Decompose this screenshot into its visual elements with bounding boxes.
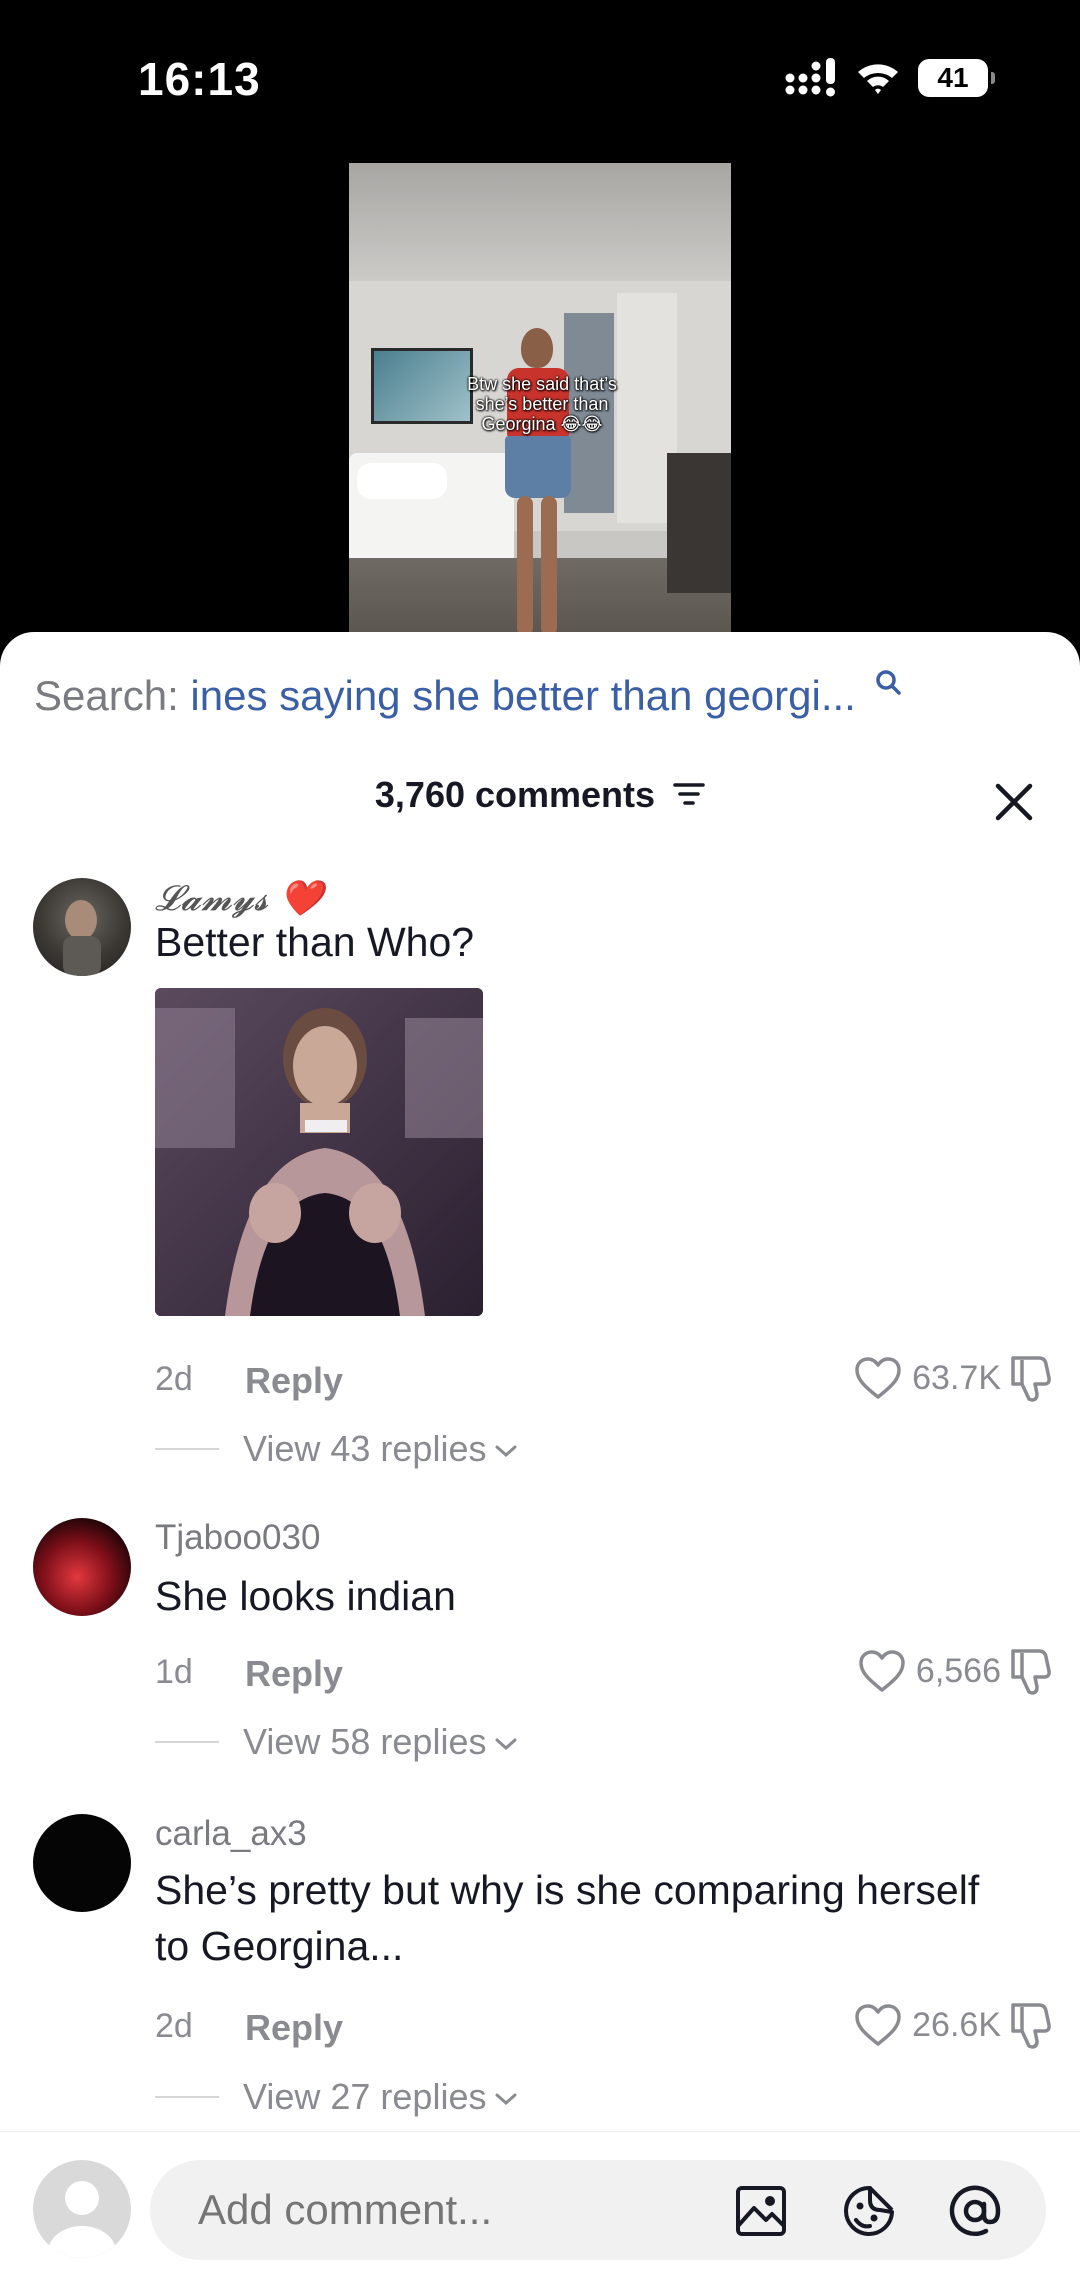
comment-username[interactable]: 𝓛𝓪𝓶𝔂𝓼 ❤️ [155,878,323,919]
search-icon[interactable] [874,668,902,696]
like-count: 63.7K [912,1358,1001,1397]
view-replies-button[interactable]: View 27 replies [155,2076,518,2118]
chevron-down-icon [495,1445,517,1458]
view-replies-label: View 43 replies [243,1428,487,1469]
status-bar: 16:13 41 [0,0,1080,150]
signal-icon [785,58,835,97]
like-button[interactable]: 6,566 [858,1649,1001,1693]
comments-header: 3,760 comments [0,774,1080,816]
avatar[interactable] [33,1814,131,1912]
status-icons: 41 [784,58,995,98]
view-replies-label: View 27 replies [243,2076,487,2117]
comment-composer [0,2131,1080,2292]
like-count: 26.6K [912,2005,1001,2044]
heart-icon [859,1650,905,1692]
video-desk [667,453,731,593]
reply-button[interactable]: Reply [245,1653,343,1695]
reply-button[interactable]: Reply [245,1360,343,1402]
battery-icon: 41 [918,59,995,97]
image-icon[interactable] [732,2182,790,2240]
chevron-down-icon [495,1738,517,1751]
wifi-icon [858,64,898,94]
like-button[interactable]: 63.7K [854,1356,1001,1400]
heart-icon [855,1357,901,1399]
comment-image[interactable] [155,988,483,1316]
filter-icon[interactable] [673,780,705,808]
comment-time: 2d [155,1360,193,1398]
video-player[interactable]: Btw she said that’s she’s better than Ge… [349,163,731,633]
like-button[interactable]: 26.6K [854,2003,1001,2047]
video-caption-line: she’s better than [475,394,609,414]
chevron-down-icon [495,2093,517,2106]
status-time: 16:13 [138,53,261,105]
search-prefix: Search: [34,672,179,719]
comment-count: 3,760 comments [374,774,656,815]
video-caption: Btw she said that’s she’s better than Ge… [437,374,647,434]
heart-icon [855,2004,901,2046]
comment-time: 2d [155,2007,193,2045]
avatar[interactable] [33,1518,131,1616]
comment-meta: 1d Reply 6,566 [155,1649,1055,1703]
avatar[interactable] [33,878,131,976]
comment-meta: 2d Reply 26.6K [155,2003,1055,2057]
my-avatar [33,2160,131,2258]
like-count: 6,566 [915,1651,1001,1690]
comment-input[interactable] [196,2185,680,2235]
view-replies-label: View 58 replies [243,1721,487,1762]
comment-username[interactable]: Tjaboo030 [155,1518,320,1558]
comment-username[interactable]: carla_ax3 [155,1814,307,1854]
dislike-icon[interactable] [1007,1352,1055,1404]
dislike-icon[interactable] [1007,1999,1055,2051]
comment-text: She looks indian [155,1573,456,1619]
video-caption-line: Btw she said that’s [467,374,617,394]
video-pillow [357,463,447,499]
comment-time: 1d [155,1653,193,1691]
comments-sheet: Search: ines saying she better than geor… [0,632,1080,2291]
search-suggestion[interactable]: Search: ines saying she better than geor… [34,670,902,720]
comment-input-container[interactable] [150,2160,1046,2260]
close-icon[interactable] [992,780,1036,824]
comment-meta: 2d Reply 63.7K [155,1356,1055,1410]
view-replies-button[interactable]: View 58 replies [155,1721,518,1763]
video-ceiling [349,163,731,283]
view-replies-button[interactable]: View 43 replies [155,1428,518,1470]
mention-icon[interactable] [946,2182,1004,2240]
video-caption-line: Georgina 😂😂 [481,414,603,434]
comment-text: She’s pretty but why is she comparing he… [155,1867,980,1969]
dislike-icon[interactable] [1007,1645,1055,1697]
emoji-icon[interactable] [840,2182,898,2240]
comment-text: Better than Who? [155,919,475,965]
search-query[interactable]: ines saying she better than georgi... [190,672,855,719]
reply-button[interactable]: Reply [245,2007,343,2049]
